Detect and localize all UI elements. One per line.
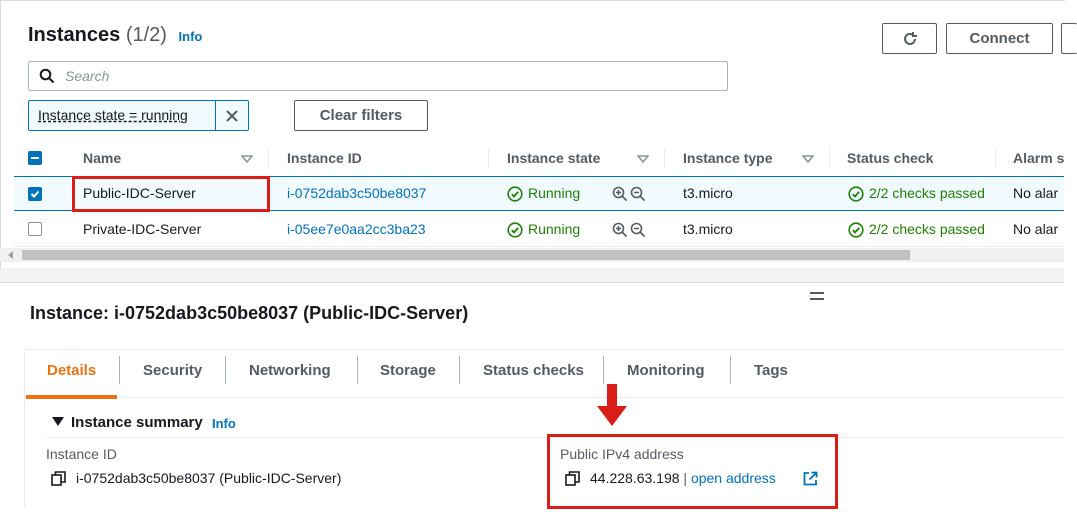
indeterminate-mark — [31, 157, 39, 159]
copy-icon[interactable] — [51, 471, 66, 486]
search-input[interactable]: Search — [28, 61, 728, 91]
page-title: Instances (1/2) Info — [28, 24, 202, 47]
cell-name: Private-IDC-Server — [83, 221, 202, 237]
column-divider[interactable] — [268, 148, 269, 168]
detail-title: Instance: i-0752dab3c50be8037 (Public-ID… — [30, 303, 469, 323]
ipv4-address: 44.228.63.198 — [590, 470, 680, 486]
column-divider[interactable] — [488, 148, 489, 168]
tab-separator — [357, 356, 358, 384]
instance-summary-heading[interactable]: Instance summary — [71, 414, 203, 431]
filter-token[interactable]: Instance state = running — [28, 100, 249, 131]
open-address-link[interactable]: open address — [691, 470, 776, 486]
tab-tags[interactable]: Tags — [754, 362, 788, 379]
row-checkbox[interactable] — [28, 187, 42, 201]
check-icon — [30, 190, 40, 198]
cell-status-check[interactable]: 2/2 checks passed — [869, 221, 985, 237]
tab-separator — [459, 356, 460, 384]
tab-separator — [119, 356, 120, 384]
column-header-status-check[interactable]: Status check — [847, 150, 933, 166]
column-header-name[interactable]: Name — [83, 150, 121, 166]
instance-id-label: Instance ID — [46, 446, 117, 462]
column-header-instance-type[interactable]: Instance type — [683, 150, 772, 166]
column-header-instance-state[interactable]: Instance state — [507, 150, 600, 166]
tab-details[interactable]: Details — [47, 362, 96, 379]
sort-icon[interactable] — [802, 155, 814, 163]
check-circle-icon — [507, 186, 523, 202]
remove-filter-button[interactable] — [215, 101, 248, 130]
tab-separator — [730, 356, 731, 384]
cell-name: Public-IDC-Server — [83, 185, 196, 201]
zoom-in-icon[interactable] — [612, 222, 628, 238]
cell-instance-state: Running — [528, 185, 581, 201]
cell-instance-state: Running — [528, 221, 581, 237]
check-circle-icon — [507, 222, 523, 238]
clear-filters-button[interactable]: Clear filters — [294, 100, 428, 131]
close-icon — [226, 109, 238, 122]
tab-monitoring[interactable]: Monitoring — [627, 362, 704, 379]
check-circle-icon — [848, 222, 864, 238]
filter-token-label: Instance state = running — [38, 107, 188, 123]
search-icon — [39, 68, 55, 84]
info-link[interactable]: Info — [179, 29, 203, 44]
tab-separator — [225, 356, 226, 384]
zoom-out-icon[interactable] — [630, 186, 646, 202]
tab-separator — [603, 356, 604, 384]
cell-instance-type: t3.micro — [683, 221, 733, 237]
tab-networking[interactable]: Networking — [249, 362, 331, 379]
public-ipv4-label: Public IPv4 address — [560, 446, 684, 462]
column-divider[interactable] — [664, 148, 665, 168]
public-ipv4-value: 44.228.63.198 | open address — [590, 470, 776, 486]
cell-alarm-status: No alar — [1013, 185, 1059, 201]
external-link-icon[interactable] — [803, 471, 818, 486]
summary-info-link[interactable]: Info — [212, 416, 236, 431]
zoom-out-icon[interactable] — [630, 222, 646, 238]
instance-state-button-cutoff[interactable] — [1061, 23, 1077, 54]
copy-icon[interactable] — [565, 471, 580, 486]
tab-status-checks[interactable]: Status checks — [483, 362, 584, 379]
sort-icon[interactable] — [241, 155, 253, 163]
drag-handle-icon[interactable] — [810, 291, 824, 301]
column-header-alarm-status[interactable]: Alarm s — [1013, 150, 1064, 166]
scrollbar-thumb[interactable] — [22, 250, 910, 260]
refresh-icon — [903, 31, 917, 45]
tab-storage[interactable]: Storage — [380, 362, 436, 379]
select-all-checkbox[interactable] — [28, 151, 42, 165]
tab-security[interactable]: Security — [143, 362, 202, 379]
column-divider[interactable] — [995, 148, 996, 168]
search-placeholder: Search — [65, 68, 110, 84]
down-arrow-annotation-icon — [597, 384, 627, 426]
ipv4-separator: | — [683, 470, 688, 486]
column-header-instance-id[interactable]: Instance ID — [287, 150, 362, 166]
horizontal-scrollbar[interactable] — [0, 248, 1064, 262]
title-text: Instances — [28, 24, 121, 46]
cell-instance-id-link[interactable]: i-05ee7e0aa2cc3ba23 — [287, 221, 426, 237]
row-checkbox[interactable] — [28, 222, 42, 236]
cell-alarm-status: No alar — [1013, 221, 1059, 237]
refresh-button[interactable] — [882, 23, 937, 54]
check-circle-icon — [848, 186, 864, 202]
sort-icon[interactable] — [637, 155, 649, 163]
cell-status-check[interactable]: 2/2 checks passed — [869, 185, 985, 201]
connect-button[interactable]: Connect — [946, 23, 1053, 54]
tabs-baseline — [26, 397, 1064, 398]
cell-instance-id-link[interactable]: i-0752dab3c50be8037 — [287, 185, 426, 201]
split-panel-divider — [0, 268, 1064, 283]
active-tab-indicator — [26, 395, 117, 399]
selection-count: (1/2) — [125, 24, 167, 46]
scroll-left-icon[interactable] — [8, 251, 14, 259]
caret-down-icon[interactable] — [52, 417, 64, 427]
instance-id-value: i-0752dab3c50be8037 (Public-IDC-Server) — [76, 470, 342, 486]
cell-instance-type: t3.micro — [683, 185, 733, 201]
column-divider[interactable] — [829, 148, 830, 168]
zoom-in-icon[interactable] — [612, 186, 628, 202]
